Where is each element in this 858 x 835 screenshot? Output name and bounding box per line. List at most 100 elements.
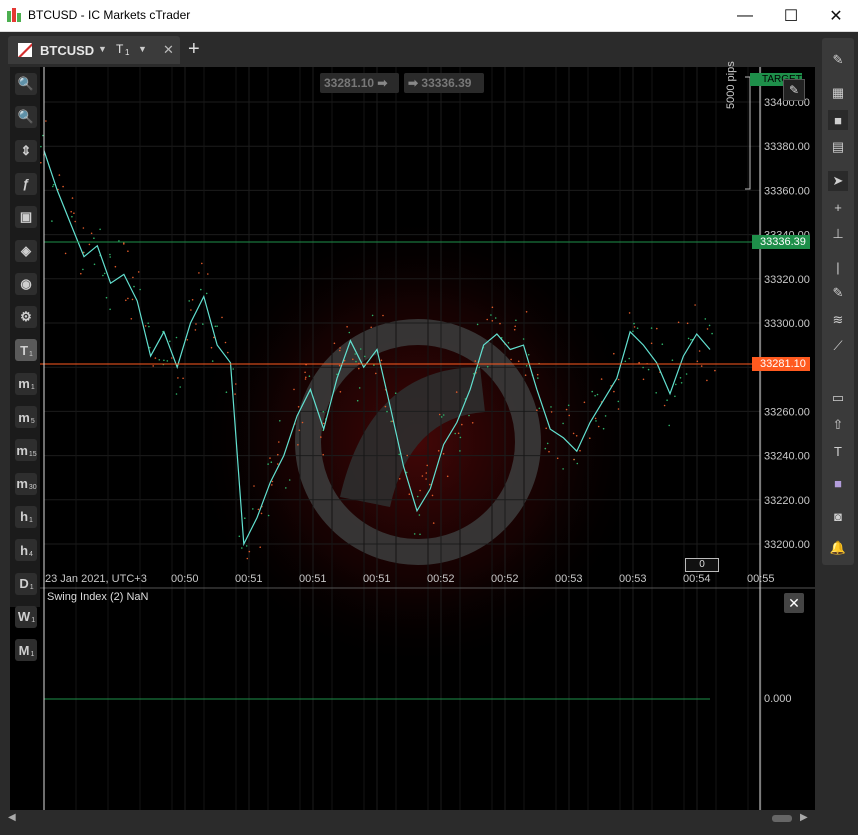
tick-dot xyxy=(358,387,361,389)
tick-dot xyxy=(510,358,512,361)
tick-dot xyxy=(70,210,72,213)
timeframe-m30-button[interactable]: m 30 xyxy=(15,472,37,495)
tick-dot xyxy=(494,317,497,319)
tick-dot xyxy=(419,489,421,492)
close-window-button[interactable]: ✕ xyxy=(813,0,858,31)
bid-header-box[interactable]: 33281.10 ➡ xyxy=(320,73,399,93)
bell-icon[interactable]: 🔔 xyxy=(828,538,848,558)
measure-icon[interactable]: ⊥ xyxy=(828,224,848,244)
tick-dot xyxy=(708,324,711,327)
tick-dot xyxy=(175,393,178,395)
tick-dot xyxy=(386,410,388,413)
indicator-label: Swing Index (2) NaN xyxy=(47,591,149,603)
zoom-in-icon[interactable]: 🔍 xyxy=(15,73,37,95)
timeframe-m15-button[interactable]: m 15 xyxy=(15,439,37,462)
ask-price-tag: 33336.39 xyxy=(752,235,810,249)
edit-layout-icon[interactable]: ✎ xyxy=(828,50,848,70)
tick-dot xyxy=(525,311,528,313)
maximize-button[interactable]: ☐ xyxy=(768,0,814,31)
tick-dot xyxy=(656,327,658,330)
tick-dot xyxy=(437,450,440,452)
tick-dot xyxy=(591,390,593,393)
camera-icon[interactable]: ◙ xyxy=(828,506,848,526)
settings-icon[interactable]: ⚙ xyxy=(15,306,37,329)
timeframe-m1-button[interactable]: m1 xyxy=(15,372,37,395)
tick-dot xyxy=(270,461,273,464)
crosshair-icon[interactable]: + xyxy=(828,197,848,217)
scroll-right-icon[interactable]: ▶ xyxy=(800,812,808,823)
tick-dot xyxy=(384,405,387,408)
edit-chart-icon[interactable]: ✎ xyxy=(783,79,805,101)
fibonacci-icon[interactable]: ≋ xyxy=(828,310,848,330)
tick-dot xyxy=(82,227,85,229)
tick-dot xyxy=(513,328,516,331)
timeframe-w1-button[interactable]: W1 xyxy=(15,605,37,628)
symbol-dropdown-icon[interactable]: ▼ xyxy=(98,44,107,54)
tick-dot xyxy=(706,379,708,382)
tick-dot xyxy=(348,331,351,334)
tick-dot xyxy=(227,351,229,354)
y-tick-label: 33240.00 xyxy=(764,451,810,463)
minimize-button[interactable]: — xyxy=(722,0,768,31)
close-indicator-button[interactable]: ✕ xyxy=(784,593,804,613)
tick-dot xyxy=(252,508,254,510)
scroll-thumb[interactable] xyxy=(772,815,792,822)
timeframe-m5-button[interactable]: m5 xyxy=(15,406,37,428)
timeframe-d1-button[interactable]: D1 xyxy=(15,572,37,595)
chart-type-icon[interactable]: ⇕ xyxy=(15,139,37,162)
layers-icon[interactable]: ◈ xyxy=(15,239,37,262)
tick-dot xyxy=(617,408,620,410)
single-layout-icon[interactable]: ■ xyxy=(828,110,848,130)
right-toolbar: ✎ ▦ ■ ▤ ➤ + ⊥ | ✎ ≋ ⟋ ▭ ⇧ T ■ ◙ 🔔 xyxy=(822,38,854,565)
tick-dot xyxy=(524,374,527,377)
cursor-icon[interactable]: ➤ xyxy=(828,171,848,191)
tick-dot xyxy=(597,425,600,428)
grid-layout-icon[interactable]: ▦ xyxy=(828,83,848,103)
tick-dot xyxy=(416,495,419,498)
color-icon[interactable]: ■ xyxy=(828,473,848,493)
tick-dot xyxy=(594,417,597,420)
tick-dot xyxy=(246,557,249,560)
ask-header-box[interactable]: ➡ 33336.39 xyxy=(404,73,484,93)
vertical-line-icon[interactable]: | xyxy=(828,257,848,277)
tick-dot xyxy=(40,145,42,148)
timeframe-mn1-button[interactable]: M1 xyxy=(15,639,37,662)
rectangle-icon[interactable]: ▭ xyxy=(828,388,848,408)
timeframe-t1-button[interactable]: T1 xyxy=(15,339,37,362)
eye-icon[interactable]: ◉ xyxy=(15,272,37,295)
x-tick-label: 23 Jan 2021, UTC+3 xyxy=(45,573,147,585)
trendline-icon[interactable]: ⟋ xyxy=(828,336,848,356)
tick-dot xyxy=(507,342,510,344)
split-layout-icon[interactable]: ▤ xyxy=(828,137,848,157)
zoom-out-icon[interactable]: 🔍 xyxy=(15,106,37,129)
arrow-icon[interactable]: ⇧ xyxy=(828,415,848,435)
tick-dot xyxy=(575,435,578,437)
text-icon[interactable]: T xyxy=(828,441,848,461)
tick-dot xyxy=(358,367,360,370)
timeframe-h1-button[interactable]: h1 xyxy=(15,505,37,528)
horizontal-scrollbar[interactable]: ◀ ▶ xyxy=(0,812,815,826)
y-tick-label: 33200.00 xyxy=(764,539,810,551)
pen-icon[interactable]: ✎ xyxy=(828,283,848,303)
tick-dot xyxy=(714,369,716,372)
tab-timeframe[interactable]: T xyxy=(116,42,123,56)
tick-dot xyxy=(550,411,553,413)
close-tab-icon[interactable]: ✕ xyxy=(163,42,174,58)
tick-dot xyxy=(600,378,603,380)
scroll-left-icon[interactable]: ◀ xyxy=(8,812,16,823)
chart-tab-bar: BTCUSD ▼ T 1 ▼ ✕ + xyxy=(0,32,815,66)
price-chart[interactable]: 33400.0033380.0033360.0033340.0033320.00… xyxy=(10,67,815,810)
tick-dot xyxy=(245,545,248,547)
indicators-icon[interactable]: ƒ xyxy=(15,172,37,195)
tick-dot xyxy=(459,450,461,452)
tick-dot xyxy=(202,323,204,325)
tick-dot xyxy=(457,432,460,435)
chart-tab-btcusd[interactable]: BTCUSD ▼ T 1 ▼ ✕ xyxy=(8,36,180,64)
robot-icon[interactable]: ▣ xyxy=(15,206,37,229)
arrow-right-icon: ➡ xyxy=(408,76,419,90)
timeframe-h4-button[interactable]: h4 xyxy=(15,539,37,562)
tick-dot xyxy=(398,453,401,456)
chart-area[interactable]: 33400.0033380.0033360.0033340.0033320.00… xyxy=(10,61,815,810)
timeframe-dropdown-icon[interactable]: ▼ xyxy=(138,44,147,54)
add-tab-button[interactable]: + xyxy=(188,38,200,61)
